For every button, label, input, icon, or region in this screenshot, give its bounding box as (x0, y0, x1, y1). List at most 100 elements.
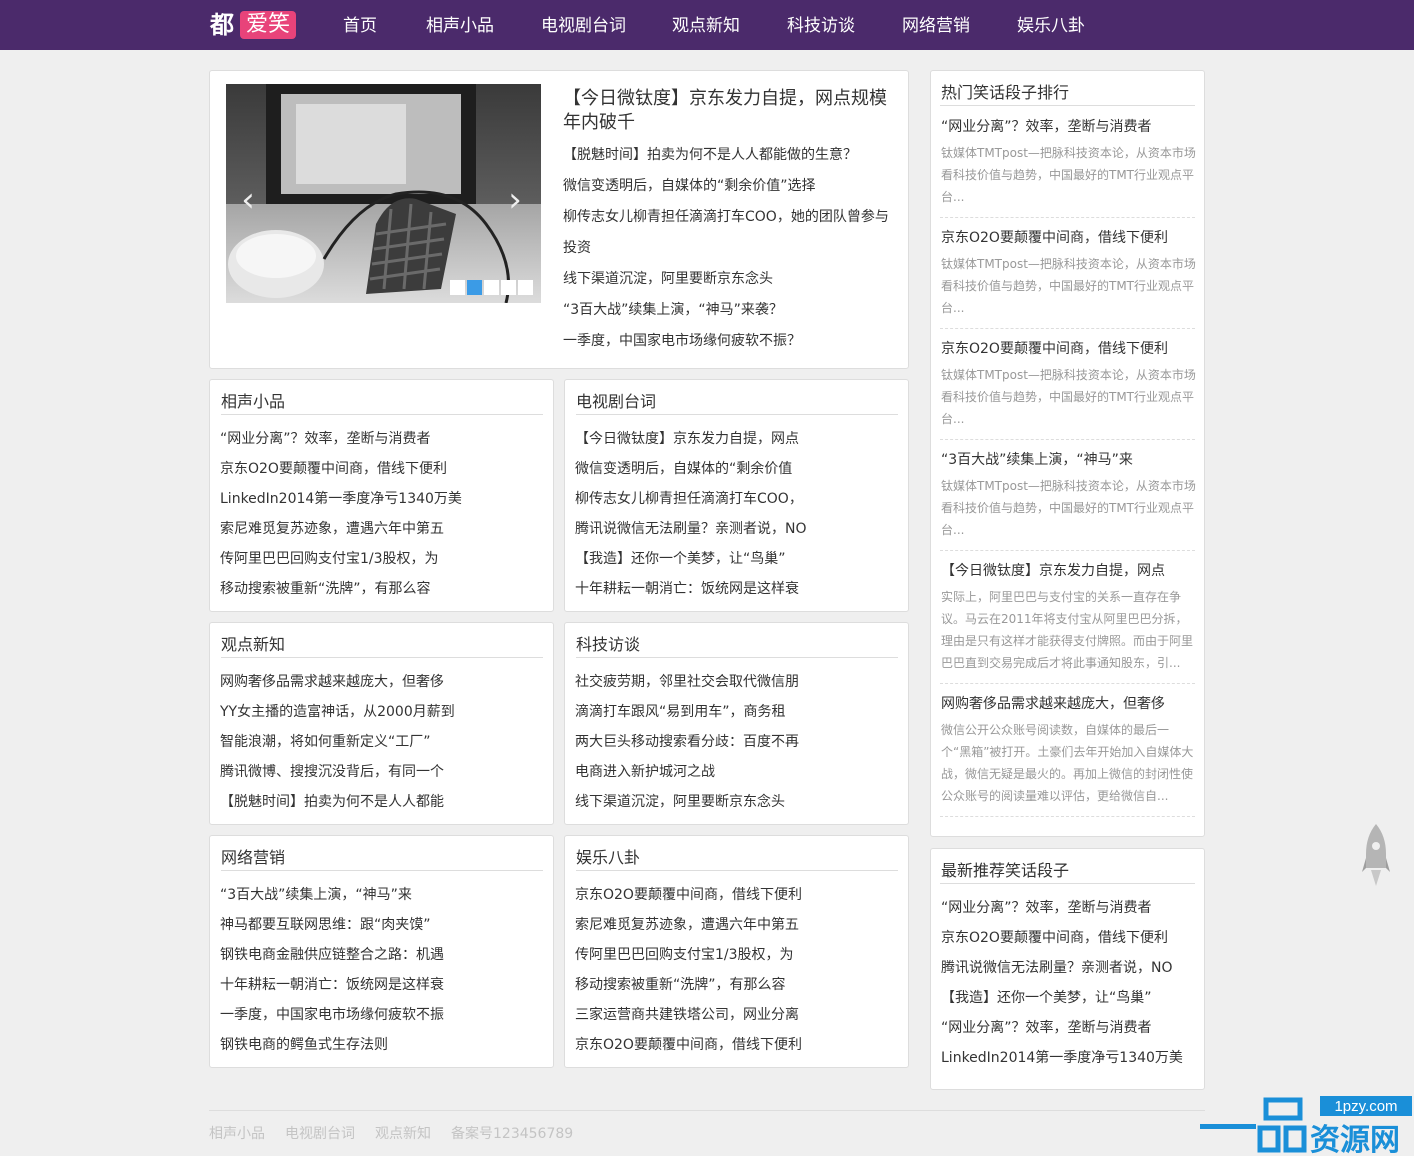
slider-dot-1[interactable] (450, 280, 465, 295)
section-link[interactable]: 十年耕耘一朝消亡：饭统网是这样衰 (575, 578, 799, 598)
hot-item[interactable]: “3百大战”续集上演，“神马”来 钛媒体TMTpost—把脉科技资本论，从资本市… (941, 449, 1196, 541)
section-link[interactable]: 一季度，中国家电市场缘何疲软不振 (220, 1004, 444, 1024)
latest-link[interactable]: “网业分离”？效率，垄断与消费者 (941, 897, 1152, 917)
footer-divider (209, 1110, 1205, 1111)
section-link[interactable]: 腾讯微博、搜搜沉没背后，有同一个 (220, 761, 444, 781)
hot-item[interactable]: 网购奢侈品需求越来越庞大，但奢侈 微信公开公众账号阅读数，自媒体的最后一个“黑箱… (941, 693, 1196, 807)
nav-tech-interview[interactable]: 科技访谈 (787, 0, 855, 50)
slider-prev-arrow[interactable]: ‹ (236, 182, 260, 218)
section-link[interactable]: 电商进入新护城河之战 (575, 761, 715, 781)
slider-dot-4[interactable] (501, 280, 516, 295)
divider (221, 414, 543, 415)
section-link[interactable]: 社交疲劳期，邻里社交会取代微信朋 (575, 671, 799, 691)
featured-link[interactable]: 【脱魅时间】拍卖为何不是人人都能做的生意？ (563, 145, 857, 165)
footer-link[interactable]: 观点新知 (375, 1123, 431, 1143)
slider-next-arrow[interactable]: › (503, 182, 527, 218)
featured-link[interactable]: 一季度，中国家电市场缘何疲软不振？ (563, 331, 801, 351)
hot-item-desc: 钛媒体TMTpost—把脉科技资本论，从资本市场看科技价值与趋势，中国最好的TM… (941, 479, 1196, 537)
hot-item-title[interactable]: 【今日微钛度】京东发力自提，网点 (941, 560, 1196, 582)
latest-link[interactable]: 京东O2O要颠覆中间商，借线下便利 (941, 927, 1168, 947)
section-link[interactable]: 神马都要互联网思维：跟“肉夹馍” (220, 914, 431, 934)
hot-item[interactable]: 【今日微钛度】京东发力自提，网点 实际上，阿里巴巴与支付宝的关系一直存在争议。马… (941, 560, 1196, 674)
nav-marketing[interactable]: 网络营销 (902, 0, 970, 50)
latest-link[interactable]: LinkedIn2014第一季度净亏1340万美 (941, 1047, 1183, 1067)
section-title: 观点新知 (221, 635, 286, 654)
section-link[interactable]: 柳传志女儿柳青担任滴滴打车COO， (575, 488, 803, 508)
hot-item-title[interactable]: “网业分离”？效率，垄断与消费者 (941, 116, 1196, 138)
section-link[interactable]: 微信变透明后，自媒体的“剩余价值 (575, 458, 792, 478)
back-to-top-rocket-icon[interactable] (1362, 824, 1390, 886)
divider (221, 870, 543, 871)
hot-item-desc: 钛媒体TMTpost—把脉科技资本论，从资本市场看科技价值与趋势，中国最好的TM… (941, 257, 1196, 315)
nav-home[interactable]: 首页 (343, 0, 377, 50)
site-logo[interactable]: 都 爱笑 (210, 9, 297, 41)
section-link[interactable]: 网购奢侈品需求越来越庞大，但奢侈 (220, 671, 444, 691)
latest-link[interactable]: 腾讯说微信无法刷量？亲测者说，NO (941, 957, 1173, 977)
slider-dots (450, 280, 533, 295)
section-link[interactable]: 移动搜索被重新“洗牌”，有那么容 (220, 578, 431, 598)
slider-dot-2-active[interactable] (467, 280, 482, 295)
section-link[interactable]: 十年耕耘一朝消亡：饭统网是这样衰 (220, 974, 444, 994)
section-link[interactable]: “网业分离”？效率，垄断与消费者 (220, 428, 431, 448)
slide-image (226, 84, 541, 303)
section-link[interactable]: 【我造】还你一个美梦，让“鸟巢” (575, 548, 786, 568)
divider (940, 883, 1195, 884)
hot-item-title[interactable]: 京东O2O要颠覆中间商，借线下便利 (941, 338, 1196, 360)
featured-link[interactable]: 微信变透明后，自媒体的“剩余价值”选择 (563, 176, 816, 196)
nav-gossip[interactable]: 娱乐八卦 (1017, 0, 1085, 50)
top-nav-bar: 都 爱笑 首页 相声小品 电视剧台词 观点新知 科技访谈 网络营销 娱乐八卦 (0, 0, 1414, 50)
featured-link-continued[interactable]: 投资 (563, 238, 591, 258)
section-link[interactable]: YY女主播的造富神话，从2000月薪到 (220, 701, 455, 721)
hot-item[interactable]: “网业分离”？效率，垄断与消费者 钛媒体TMTpost—把脉科技资本论，从资本市… (941, 116, 1196, 208)
section-link[interactable]: 腾讯说微信无法刷量？亲测者说，NO (575, 518, 807, 538)
hot-item[interactable]: 京东O2O要颠覆中间商，借线下便利 钛媒体TMTpost—把脉科技资本论，从资本… (941, 227, 1196, 319)
section-link[interactable]: 【脱魅时间】拍卖为何不是人人都能 (220, 791, 444, 811)
section-link[interactable]: 索尼难觅复苏迹象，遭遇六年中第五 (220, 518, 444, 538)
featured-headline[interactable]: 【今日微钛度】京东发力自提，网点规模年内破千 (563, 87, 893, 135)
section-link[interactable]: 三家运营商共建铁塔公司，网业分离 (575, 1004, 799, 1024)
section-link[interactable]: 线下渠道沉淀，阿里要断京东念头 (575, 791, 785, 811)
hot-item-desc: 微信公开公众账号阅读数，自媒体的最后一个“黑箱”被打开。土豪们去年开始加入自媒体… (941, 723, 1194, 803)
section-title: 电视剧台词 (576, 392, 657, 411)
section-link[interactable]: LinkedIn2014第一季度净亏1340万美 (220, 488, 462, 508)
dashed-divider (940, 217, 1195, 218)
section-link[interactable]: 索尼难觅复苏迹象，遭遇六年中第五 (575, 914, 799, 934)
section-link[interactable]: 智能浪潮，将如何重新定义“工厂” (220, 731, 431, 751)
divider (576, 657, 898, 658)
slider-dot-5[interactable] (518, 280, 533, 295)
divider (576, 870, 898, 871)
section-link[interactable]: 京东O2O要颠覆中间商，借线下便利 (575, 1034, 802, 1054)
latest-link[interactable]: “网业分离”？效率，垄断与消费者 (941, 1017, 1152, 1037)
nav-crosstalk[interactable]: 相声小品 (426, 0, 494, 50)
featured-link[interactable]: 柳传志女儿柳青担任滴滴打车COO，她的团队曾参与 (563, 207, 889, 227)
section-link[interactable]: “3百大战”续集上演，“神马”来 (220, 884, 412, 904)
hot-item[interactable]: 京东O2O要颠覆中间商，借线下便利 钛媒体TMTpost—把脉科技资本论，从资本… (941, 338, 1196, 430)
section-link[interactable]: 两大巨头移动搜索看分歧：百度不再 (575, 731, 799, 751)
dashed-divider (940, 683, 1195, 684)
image-slider[interactable]: ‹ › (226, 84, 541, 303)
watermark-text: 资源网 (1310, 1123, 1400, 1156)
hot-item-title[interactable]: 京东O2O要颠覆中间商，借线下便利 (941, 227, 1196, 249)
section-link[interactable]: 传阿里巴巴回购支付宝1/3股权，为 (575, 944, 794, 964)
section-link[interactable]: 钢铁电商的鳄鱼式生存法则 (220, 1034, 388, 1054)
section-link[interactable]: 移动搜索被重新“洗牌”，有那么容 (575, 974, 786, 994)
section-viewpoints: 观点新知 网购奢侈品需求越来越庞大，但奢侈 YY女主播的造富神话，从2000月薪… (209, 622, 554, 825)
nav-viewpoints[interactable]: 观点新知 (672, 0, 740, 50)
hot-item-title[interactable]: “3百大战”续集上演，“神马”来 (941, 449, 1196, 471)
section-link[interactable]: 钢铁电商金融供应链整合之路：机遇 (220, 944, 444, 964)
section-link[interactable]: 滴滴打车跟风“易到用车”，商务租 (575, 701, 786, 721)
footer-link[interactable]: 电视剧台词 (285, 1123, 355, 1143)
footer-link[interactable]: 相声小品 (209, 1123, 265, 1143)
slider-dot-3[interactable] (484, 280, 499, 295)
hot-item-title[interactable]: 网购奢侈品需求越来越庞大，但奢侈 (941, 693, 1196, 715)
latest-link[interactable]: 【我造】还你一个美梦，让“鸟巢” (941, 987, 1152, 1007)
section-link[interactable]: 京东O2O要颠覆中间商，借线下便利 (575, 884, 802, 904)
featured-link[interactable]: “3百大战”续集上演，“神马”来袭？ (563, 300, 783, 320)
featured-link[interactable]: 线下渠道沉淀，阿里要断京东念头 (563, 269, 773, 289)
section-link[interactable]: 传阿里巴巴回购支付宝1/3股权，为 (220, 548, 439, 568)
footer-icp: 备案号123456789 (451, 1126, 574, 1142)
nav-tv-lines[interactable]: 电视剧台词 (541, 0, 626, 50)
section-link[interactable]: 京东O2O要颠覆中间商，借线下便利 (220, 458, 447, 478)
latest-title: 最新推荐笑话段子 (941, 861, 1070, 880)
section-link[interactable]: 【今日微钛度】京东发力自提，网点 (575, 428, 799, 448)
